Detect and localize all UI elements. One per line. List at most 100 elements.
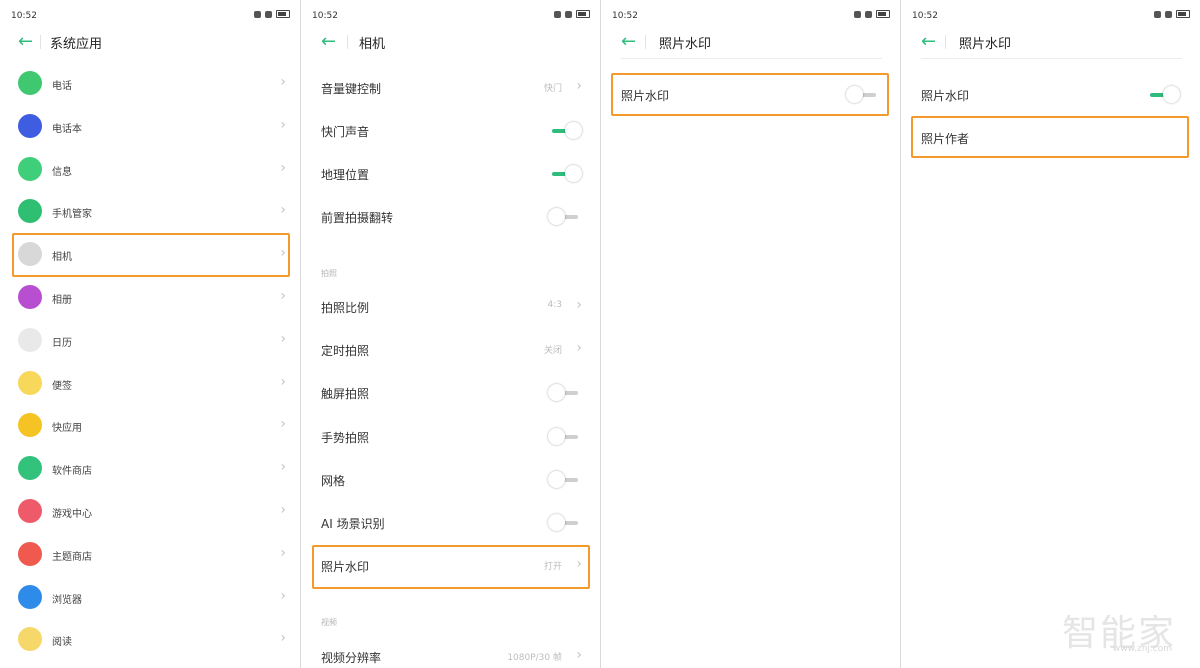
- app-row-reader[interactable]: 阅读 ›: [0, 619, 300, 661]
- setting-label: 触屏拍照: [321, 387, 370, 402]
- back-arrow-icon[interactable]: ←: [321, 32, 336, 52]
- app-row-contacts[interactable]: 电话本 ›: [0, 106, 300, 148]
- setting-row[interactable]: 快门声音: [301, 109, 600, 152]
- app-row-browser[interactable]: 浏览器 ›: [0, 577, 300, 619]
- watermark-toggle[interactable]: [1146, 86, 1180, 104]
- app-label: 相册: [52, 295, 72, 306]
- status-time: 10:52: [612, 11, 638, 21]
- contacts-icon: [18, 113, 42, 138]
- header-divider: [645, 35, 646, 49]
- app-label: 软件商店: [52, 466, 92, 478]
- app-label: 快应用: [52, 423, 82, 435]
- setting-toggle[interactable]: [548, 514, 582, 532]
- chevron-right-icon: ›: [280, 459, 286, 476]
- toggle-knob: [548, 384, 565, 402]
- setting-row[interactable]: 定时拍照 关闭 ›: [301, 328, 600, 371]
- app-row-gallery[interactable]: 相册 ›: [0, 277, 300, 319]
- setting-row[interactable]: 音量键控制 快门 ›: [301, 66, 600, 109]
- setting-label: 视频分辨率: [321, 651, 382, 665]
- chevron-right-icon: ›: [280, 330, 286, 347]
- setting-row[interactable]: 视频分辨率 1080P/30 帧 ›: [301, 635, 600, 668]
- header-rule: [921, 58, 1182, 59]
- battery-icon: [1176, 10, 1190, 18]
- setting-label: 手势拍照: [321, 430, 370, 445]
- header-divider: [945, 35, 946, 49]
- mute-icon: [565, 10, 572, 18]
- setting-row[interactable]: 前置拍摄翻转: [301, 195, 600, 238]
- watermark-row-highlight-box: [611, 73, 889, 116]
- setting-row[interactable]: 手势拍照: [301, 415, 600, 458]
- status-icons: [254, 10, 290, 18]
- toggle-knob: [548, 470, 565, 488]
- chevron-right-icon: ›: [280, 502, 286, 518]
- app-label: 信息: [52, 166, 72, 178]
- app-label: 便签: [52, 380, 72, 392]
- status-icons: [554, 10, 590, 18]
- status-time: 10:52: [11, 11, 37, 21]
- setting-toggle[interactable]: [548, 208, 582, 226]
- toggle-knob: [565, 165, 582, 182]
- alarm-icon: [254, 10, 261, 18]
- app-row-phone-manager[interactable]: 手机管家 ›: [0, 191, 300, 233]
- app-row-messages[interactable]: 信息 ›: [0, 149, 300, 191]
- chevron-right-icon: ›: [280, 416, 286, 433]
- app-label: 游戏中心: [52, 509, 92, 520]
- setting-row[interactable]: AI 场景识别: [301, 501, 600, 544]
- chevron-right-icon: ›: [280, 202, 286, 219]
- status-bar: 10:52: [601, 0, 900, 30]
- setting-label: 前置拍摄翻转: [321, 211, 394, 225]
- battery-icon: [276, 10, 290, 18]
- app-row-calendar[interactable]: 日历 ›: [0, 320, 300, 362]
- messages-icon: [18, 156, 42, 181]
- page-title: 系统应用: [50, 37, 103, 52]
- status-bar: 10:52: [301, 0, 600, 30]
- mute-icon: [865, 10, 872, 18]
- setting-toggle[interactable]: [548, 384, 582, 402]
- notes-icon: [18, 370, 42, 395]
- setting-toggle[interactable]: [548, 470, 582, 489]
- setting-label: 拍照比例: [321, 301, 370, 315]
- setting-value: 4:3: [547, 300, 562, 310]
- app-row-quick-app[interactable]: 快应用 ›: [0, 405, 300, 447]
- back-arrow-icon[interactable]: ←: [921, 32, 936, 52]
- watermark-toggle-row[interactable]: 照片水印: [901, 73, 1200, 116]
- toggle-knob: [548, 514, 565, 531]
- setting-toggle[interactable]: [548, 165, 582, 183]
- page-title: 照片水印: [659, 37, 712, 52]
- app-label: 电话本: [52, 123, 82, 135]
- back-arrow-icon[interactable]: ←: [18, 32, 33, 52]
- quick-app-icon: [18, 413, 42, 438]
- back-arrow-icon[interactable]: ←: [621, 32, 636, 52]
- header-rule: [621, 58, 882, 59]
- site-url-watermark: www.znj.com: [1112, 644, 1172, 654]
- setting-row[interactable]: 地理位置: [301, 152, 600, 195]
- app-row-notes[interactable]: 便签 ›: [0, 363, 300, 405]
- status-icons: [1154, 10, 1190, 18]
- setting-value: 关闭: [543, 346, 562, 357]
- app-row-theme-store[interactable]: 主题商店 ›: [0, 534, 300, 576]
- setting-row[interactable]: 触屏拍照: [301, 371, 600, 414]
- page-header: ← 照片水印: [601, 30, 900, 64]
- app-row-phone[interactable]: 电话 ›: [0, 63, 300, 105]
- watermark-off-panel: 10:52 ← 照片水印 照片水印: [600, 0, 900, 668]
- setting-row[interactable]: 拍照比例 4:3 ›: [301, 285, 600, 328]
- setting-toggle[interactable]: [548, 122, 582, 140]
- app-store-icon: [18, 456, 42, 481]
- status-time: 10:52: [312, 11, 338, 21]
- page-title: 相机: [359, 37, 386, 52]
- setting-row[interactable]: 网格: [301, 458, 600, 501]
- section-title-video: 视频: [321, 618, 337, 627]
- setting-label: 快门声音: [321, 125, 370, 139]
- game-center-icon: [18, 499, 42, 523]
- chevron-right-icon: ›: [280, 544, 286, 561]
- alarm-icon: [854, 10, 861, 18]
- chevron-right-icon: ›: [280, 116, 286, 133]
- chevron-right-icon: ›: [280, 587, 286, 604]
- chevron-right-icon: ›: [280, 373, 286, 390]
- app-row-app-store[interactable]: 软件商店 ›: [0, 448, 300, 490]
- app-label: 主题商店: [52, 551, 92, 563]
- page-title: 照片水印: [959, 37, 1012, 52]
- setting-label: AI 场景识别: [321, 517, 385, 531]
- app-row-game-center[interactable]: 游戏中心 ›: [0, 491, 300, 533]
- setting-toggle[interactable]: [548, 427, 582, 446]
